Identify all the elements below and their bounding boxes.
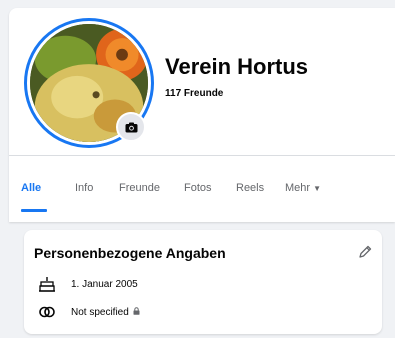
tab-mehr-label: Mehr xyxy=(285,182,311,194)
relationship-row: Not specified xyxy=(38,303,140,321)
rings-icon xyxy=(39,306,55,318)
relationship-text: Not specified xyxy=(71,306,129,318)
tab-reels[interactable]: Reels xyxy=(236,182,264,194)
friend-count-link[interactable]: 117 Freunde xyxy=(165,88,223,99)
camera-icon xyxy=(125,122,137,132)
divider xyxy=(9,155,395,156)
tab-fotos[interactable]: Fotos xyxy=(184,182,212,194)
tab-freunde[interactable]: Freunde xyxy=(119,182,160,194)
caret-down-icon: ▼ xyxy=(313,184,321,193)
tab-alle[interactable]: Alle xyxy=(21,182,41,194)
birthday-row: 1. Januar 2005 xyxy=(38,275,138,293)
section-title: Personenbezogene Angaben xyxy=(34,245,226,261)
change-photo-button[interactable] xyxy=(116,112,146,142)
lock-icon xyxy=(133,307,140,317)
birthday-text: 1. Januar 2005 xyxy=(71,278,138,290)
birthday-cake-icon xyxy=(39,277,55,292)
profile-tabs: Alle Info Freunde Fotos Reels Mehr ▼ xyxy=(9,182,395,212)
personal-details-card: Personenbezogene Angaben 1. Januar 2005 … xyxy=(24,230,382,334)
active-tab-indicator xyxy=(21,209,47,212)
page-title: Verein Hortus xyxy=(165,54,309,79)
edit-button[interactable] xyxy=(357,244,375,262)
tab-mehr[interactable]: Mehr ▼ xyxy=(285,182,321,194)
pencil-icon xyxy=(359,245,372,258)
tab-info[interactable]: Info xyxy=(75,182,93,194)
